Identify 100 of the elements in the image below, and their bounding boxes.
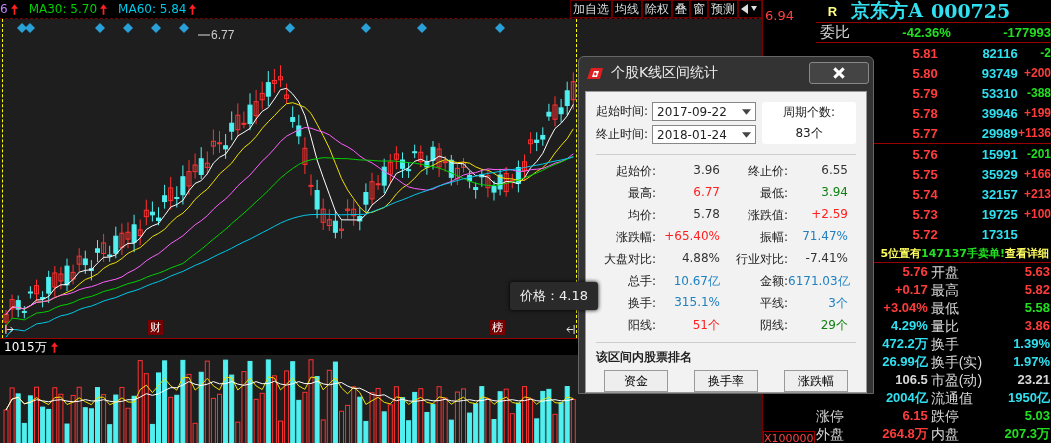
stat-value: 6171.03亿 xyxy=(788,273,848,290)
event-diamond-icon xyxy=(495,23,505,33)
stat-value: 3.96 xyxy=(692,163,720,179)
stat-value: 6.15 xyxy=(902,408,928,423)
order-change: +100 xyxy=(1023,207,1051,222)
stat-label: 终止价: xyxy=(746,163,788,180)
stat-label: 最低 xyxy=(929,300,960,316)
toolbar-button[interactable]: 均线 xyxy=(612,0,642,18)
order-volume: 39946 xyxy=(980,105,1018,121)
stat-value: +65.40% xyxy=(663,229,720,245)
stat-value: 264.8万 xyxy=(882,426,928,441)
order-change: +213 xyxy=(1023,187,1051,202)
stat-label: 振幅: xyxy=(758,229,788,246)
event-marker[interactable]: 财 xyxy=(148,320,163,335)
ranking-button[interactable]: 资金 xyxy=(604,370,668,392)
up-arrow-icon xyxy=(189,3,197,15)
arrow-dropdown-icon[interactable] xyxy=(738,0,762,18)
toolbar-button[interactable]: 预测 xyxy=(708,0,738,18)
price-axis-label: 6.94 xyxy=(765,8,794,23)
order-price: 5.76 xyxy=(911,146,938,162)
stat-value: 3个 xyxy=(827,295,848,312)
stat-value: 5.82 xyxy=(1024,282,1050,297)
range-end-icon[interactable] xyxy=(566,325,575,334)
event-diamond-icon xyxy=(151,23,161,33)
order-volume: 17315 xyxy=(980,226,1018,242)
order-volume: 93749 xyxy=(980,65,1018,81)
order-price: 5.75 xyxy=(911,166,938,182)
stat-value: 10.67亿 xyxy=(672,273,720,290)
news-ticker-text[interactable]: 147137手卖单! xyxy=(921,245,1005,261)
toolbar-button[interactable]: 除权 xyxy=(642,0,672,18)
event-diamond-icon xyxy=(123,23,133,33)
order-change: +200 xyxy=(1023,66,1051,81)
stat-label: 量比 xyxy=(929,318,960,334)
stat-label: 涨跌幅: xyxy=(614,229,656,246)
stat-value: 1.97% xyxy=(1013,354,1050,369)
order-price: 5.74 xyxy=(911,186,938,202)
stat-value: 1.39% xyxy=(1013,336,1050,351)
order-volume: 32157 xyxy=(980,186,1018,202)
stat-label: 阳线: xyxy=(626,317,656,334)
stat-label: 大盘对比: xyxy=(602,251,656,268)
indicator-value: MA30: 5.70 xyxy=(28,2,98,16)
stat-label: 跌停 xyxy=(929,408,960,424)
close-button[interactable] xyxy=(809,62,869,84)
order-price: 5.79 xyxy=(911,85,938,101)
stat-value: 5.03 xyxy=(1024,408,1050,423)
date-dropdown[interactable]: 2017-09-22 xyxy=(652,102,757,121)
order-price: 5.78 xyxy=(911,105,938,121)
event-diamond-icon xyxy=(417,23,427,33)
order-volume: 82116 xyxy=(981,45,1018,61)
stat-value: 2004亿 xyxy=(885,390,928,405)
stat-label: 外盘 xyxy=(815,426,844,442)
stat-value: 4.88% xyxy=(680,251,720,267)
period-value: 83个 xyxy=(795,125,823,142)
stat-value: 23.21 xyxy=(1017,372,1050,387)
date-dropdown[interactable]: 2018-01-24 xyxy=(652,125,757,144)
order-volume: 53310 xyxy=(980,85,1018,101)
stat-value: 1950亿 xyxy=(1008,390,1050,405)
news-ticker-text[interactable]: 5位置有 xyxy=(880,245,922,261)
up-arrow-icon xyxy=(50,341,58,353)
stat-label: 行业对比: xyxy=(734,251,788,268)
market-flag-text: R xyxy=(827,3,838,19)
stat-value: 71.47% xyxy=(801,229,848,245)
stat-value: 207.3万 xyxy=(1004,426,1050,441)
volume-value: 1015万 xyxy=(4,338,47,356)
toolbar-button[interactable]: 叠 xyxy=(672,0,690,18)
indicator-value: MA60: 5.84 xyxy=(118,2,187,16)
stock-name: 京东方A xyxy=(851,0,923,23)
ranking-button[interactable]: 涨跌幅 xyxy=(784,370,848,392)
stat-label: 流通值 xyxy=(929,390,974,406)
news-ticker-text[interactable]: 查看详细 xyxy=(1005,245,1049,261)
stat-value: 5.58 xyxy=(1024,300,1050,315)
toolbar-button[interactable]: 窗 xyxy=(690,0,708,18)
stat-value: 6.55 xyxy=(820,163,848,179)
stat-label: 最高 xyxy=(929,282,960,298)
indicator-value: 6 xyxy=(0,2,8,16)
event-diamond-icon xyxy=(285,23,295,33)
stat-value: 3.94 xyxy=(820,185,848,201)
order-price: 5.72 xyxy=(911,226,938,242)
order-change: +1136 xyxy=(1017,126,1051,141)
event-marker[interactable]: 榜 xyxy=(490,320,505,335)
up-arrow-icon xyxy=(100,3,108,15)
event-diamond-icon xyxy=(95,23,105,33)
stat-value: 106.5 xyxy=(895,372,928,387)
event-diamond-icon xyxy=(179,23,189,33)
range-start-icon[interactable] xyxy=(5,325,14,334)
ranking-button[interactable]: 换手率 xyxy=(694,370,758,392)
stat-value: 5.76 xyxy=(902,264,928,279)
event-diamond-icon xyxy=(361,23,371,33)
stat-label: 开盘 xyxy=(929,264,960,280)
ratio-difference: -177993 xyxy=(1003,25,1051,41)
order-price: 5.81 xyxy=(911,45,938,61)
stat-value: 6.77 xyxy=(692,185,720,201)
toolbar-button[interactable]: 加自选 xyxy=(570,0,612,18)
up-arrow-icon xyxy=(10,3,18,15)
order-change: +199 xyxy=(1023,106,1051,121)
stat-label: 最低: xyxy=(758,185,788,202)
stat-label: 内盘 xyxy=(929,426,960,442)
stat-label: 起始价: xyxy=(614,163,656,180)
stat-label: 换手(实) xyxy=(929,354,984,370)
order-change: -388 xyxy=(1026,86,1051,101)
